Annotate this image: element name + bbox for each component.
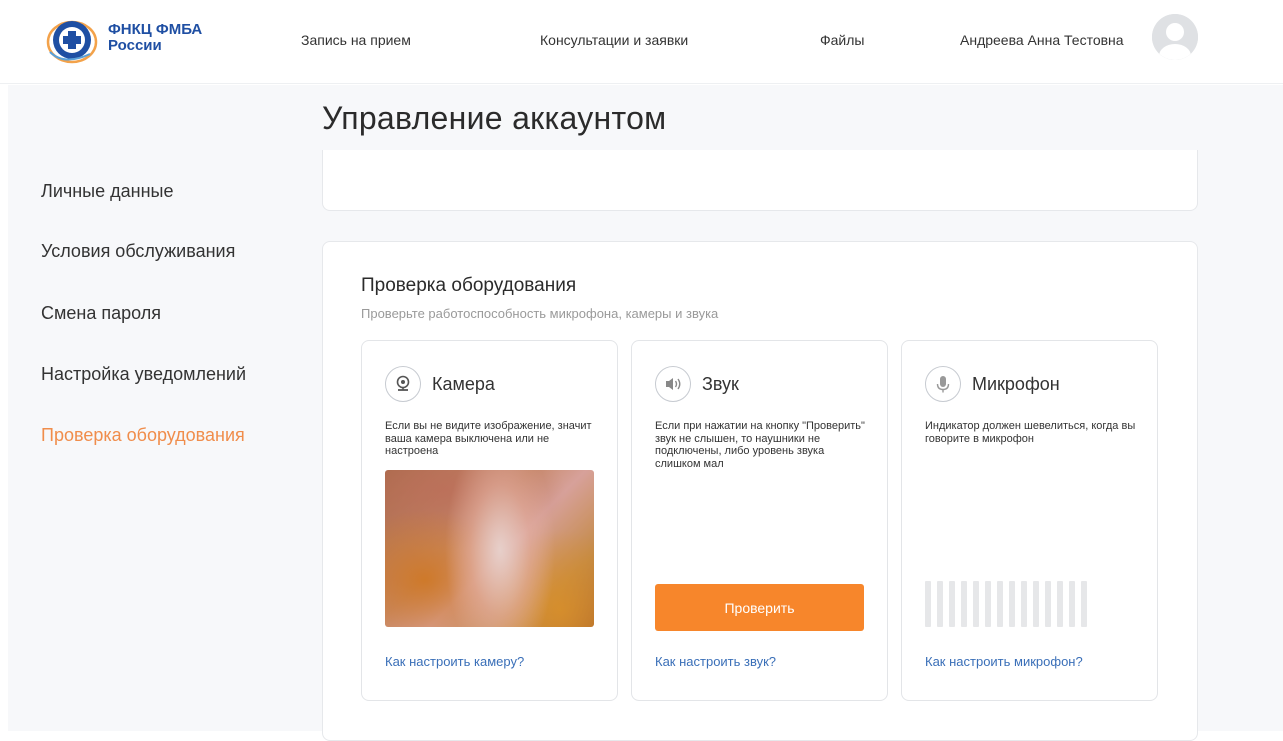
brand-line-2: России bbox=[108, 37, 162, 54]
user-avatar-icon bbox=[1152, 14, 1198, 60]
nav-consultations[interactable]: Консультации и заявки bbox=[540, 32, 688, 48]
mic-level-bar bbox=[949, 581, 955, 627]
sidebar-item-notifications[interactable]: Настройка уведомлений bbox=[41, 364, 246, 385]
sound-card: Звук Если при нажатии на кнопку "Провери… bbox=[631, 340, 888, 701]
logo[interactable]: ФНКЦ ФМБА России bbox=[44, 12, 224, 68]
equipment-section-subtitle: Проверьте работоспособность микрофона, к… bbox=[361, 306, 719, 321]
sidebar-item-personal-data[interactable]: Личные данные bbox=[41, 181, 173, 202]
microphone-level-indicator bbox=[925, 581, 1087, 627]
camera-icon bbox=[385, 366, 421, 402]
nav-files[interactable]: Файлы bbox=[820, 32, 864, 48]
avatar[interactable] bbox=[1152, 14, 1198, 60]
camera-title: Камера bbox=[432, 374, 495, 394]
microphone-title: Микрофон bbox=[972, 374, 1060, 394]
sidebar-item-equipment-check[interactable]: Проверка оборудования bbox=[41, 425, 245, 446]
user-name[interactable]: Андреева Анна Тестовна bbox=[960, 32, 1124, 48]
speaker-icon bbox=[655, 366, 691, 402]
mic-level-bar bbox=[1081, 581, 1087, 627]
mic-level-bar bbox=[937, 581, 943, 627]
sidebar-item-terms[interactable]: Условия обслуживания bbox=[41, 241, 235, 262]
mic-level-bar bbox=[997, 581, 1003, 627]
microphone-help-link[interactable]: Как настроить микрофон? bbox=[925, 654, 1083, 669]
mic-level-bar bbox=[1021, 581, 1027, 627]
brand-name: ФНКЦ ФМБА России bbox=[108, 22, 202, 54]
check-sound-button[interactable]: Проверить bbox=[655, 584, 864, 631]
mic-level-bar bbox=[1057, 581, 1063, 627]
camera-description: Если вы не видите изображение, значит ва… bbox=[385, 420, 592, 457]
mic-level-bar bbox=[925, 581, 931, 627]
previous-card bbox=[322, 150, 1198, 211]
mic-level-bar bbox=[1009, 581, 1015, 627]
brand-line-1: ФНКЦ ФМБА bbox=[108, 21, 203, 38]
camera-preview bbox=[385, 470, 594, 627]
sidebar-item-password[interactable]: Смена пароля bbox=[41, 303, 161, 324]
mic-level-bar bbox=[985, 581, 991, 627]
mic-level-bar bbox=[1045, 581, 1051, 627]
mic-level-bar bbox=[961, 581, 967, 627]
sound-title: Звук bbox=[702, 374, 739, 394]
camera-help-link[interactable]: Как настроить камеру? bbox=[385, 654, 524, 669]
page-title: Управление аккаунтом bbox=[322, 100, 667, 136]
mic-level-bar bbox=[1069, 581, 1075, 627]
sound-help-link[interactable]: Как настроить звук? bbox=[655, 654, 776, 669]
logo-emblem-icon bbox=[46, 20, 98, 64]
microphone-icon bbox=[925, 366, 961, 402]
equipment-section-title: Проверка оборудования bbox=[361, 275, 577, 296]
microphone-description: Индикатор должен шевелиться, когда вы го… bbox=[925, 420, 1136, 445]
sound-description: Если при нажатии на кнопку "Проверить" з… bbox=[655, 420, 865, 470]
camera-card: Камера Если вы не видите изображение, зн… bbox=[361, 340, 618, 701]
nav-appointment[interactable]: Запись на прием bbox=[301, 32, 411, 48]
top-header: ФНКЦ ФМБА России Запись на прием Консуль… bbox=[0, 0, 1283, 84]
mic-level-bar bbox=[1033, 581, 1039, 627]
microphone-card: Микрофон Индикатор должен шевелиться, ко… bbox=[901, 340, 1158, 701]
mic-level-bar bbox=[973, 581, 979, 627]
